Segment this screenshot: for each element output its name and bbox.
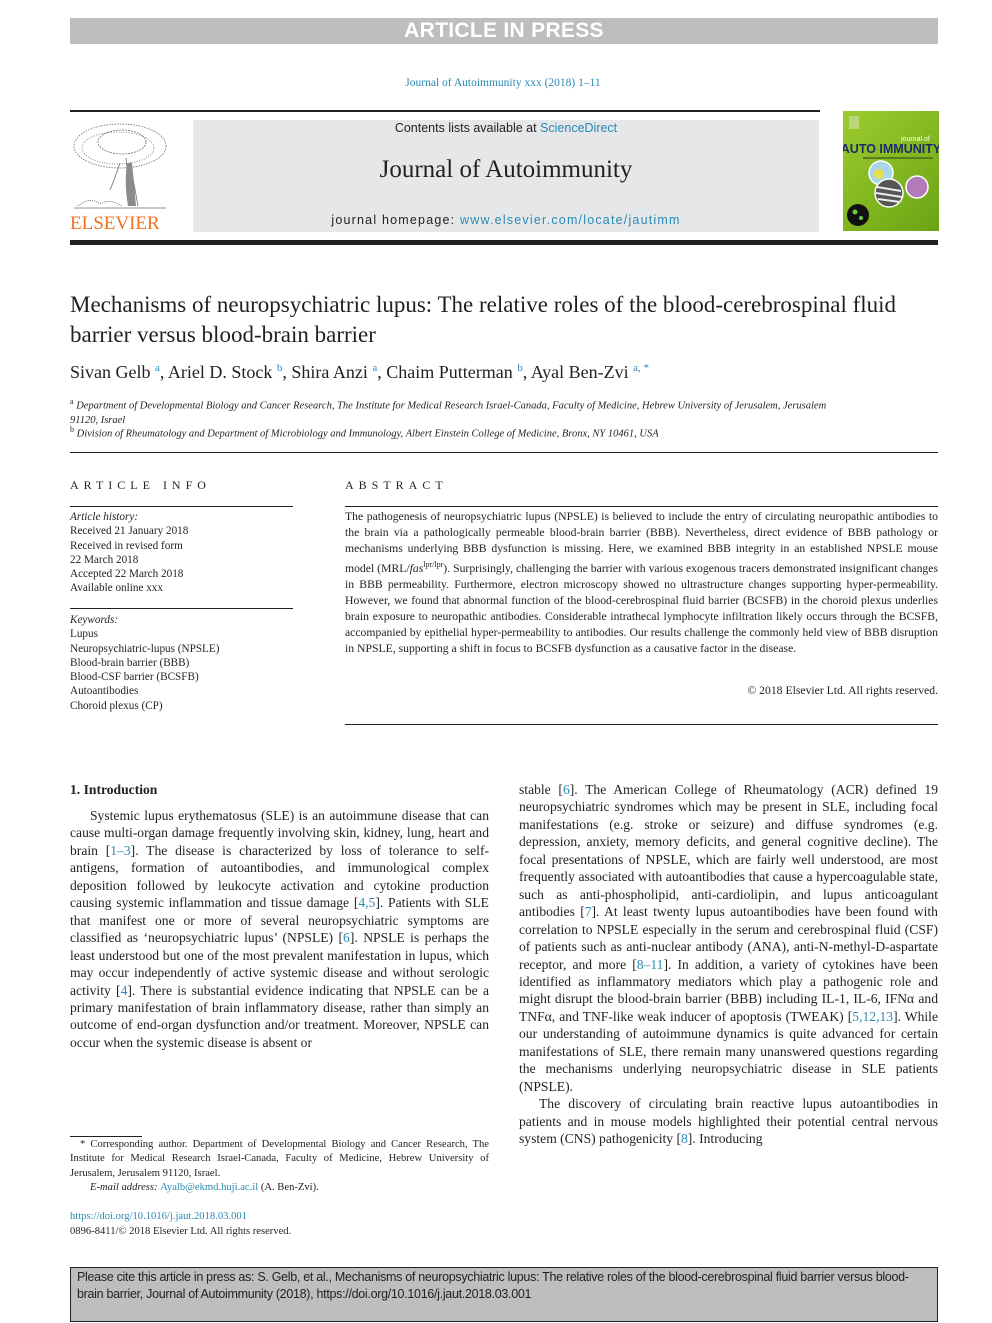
body-column-left: Systemic lupus erythematosus (SLE) is an… bbox=[70, 807, 489, 1051]
issn-copyright: 0896-8411/© 2018 Elsevier Ltd. All right… bbox=[70, 1226, 292, 1237]
author[interactable]: Ayal Ben-Zvi bbox=[531, 362, 629, 382]
abstract-rule-bottom bbox=[345, 724, 938, 725]
abstract-heading: ABSTRACT bbox=[345, 478, 448, 492]
paragraph-text: stable [ bbox=[519, 782, 563, 797]
abstract-text: The pathogenesis of neuropsychiatric lup… bbox=[345, 510, 938, 655]
keyword: Lupus bbox=[70, 628, 98, 641]
article-info-heading: ARTICLE INFO bbox=[70, 478, 211, 492]
abstract-rule-top bbox=[345, 506, 938, 507]
author[interactable]: Ariel D. Stock bbox=[168, 362, 272, 382]
paragraph-text: ]. Introducing bbox=[687, 1131, 763, 1147]
svg-text:AUTO IMMUNITY: AUTO IMMUNITY bbox=[843, 142, 939, 156]
author-affiliation-marker[interactable]: b bbox=[277, 362, 283, 374]
journal-cover-image[interactable]: journal of AUTO IMMUNITY bbox=[843, 111, 939, 231]
elsevier-tree-icon: ELSEVIER bbox=[70, 123, 167, 234]
journal-cover-art-icon: journal of AUTO IMMUNITY bbox=[843, 116, 939, 226]
article-title: Mechanisms of neuropsychiatric lupus: Th… bbox=[70, 292, 897, 347]
footnote-rule bbox=[70, 1136, 142, 1137]
keyword: Blood-brain barrier (BBB) bbox=[70, 656, 190, 669]
contents-line: Contents lists available at ScienceDirec… bbox=[193, 121, 819, 135]
contents-prefix: Contents lists available at bbox=[394, 121, 541, 135]
citation-link[interactable]: 6 bbox=[563, 782, 570, 797]
citation-link[interactable]: 8–11 bbox=[637, 957, 664, 972]
author-affiliation-marker[interactable]: b bbox=[517, 362, 523, 374]
body-column-right: stable [6]. The American College of Rheu… bbox=[519, 781, 938, 1148]
article-history: Article history: Received 21 January 201… bbox=[70, 510, 293, 596]
citation-link[interactable]: 4,5 bbox=[358, 895, 375, 910]
article-history-label: Article history: bbox=[70, 511, 139, 523]
journal-name: Journal of Autoimmunity bbox=[379, 156, 633, 183]
paragraph-text: ]. There is substantial evidence indicat… bbox=[70, 982, 490, 1050]
email-label: E-mail address: bbox=[90, 1181, 161, 1193]
author-list: Sivan Gelb a, Ariel D. Stock b, Shira An… bbox=[70, 362, 649, 382]
keyword: Choroid plexus (CP) bbox=[70, 699, 163, 712]
affiliation-text: Division of Rheumatology and Department … bbox=[76, 428, 659, 440]
citation-link[interactable]: 5,12,13 bbox=[852, 1009, 893, 1024]
citation-box: Please cite this article in press as: S.… bbox=[70, 1267, 938, 1322]
elsevier-logo[interactable]: ELSEVIER bbox=[70, 118, 170, 234]
keywords: Keywords: Lupus Neuropsychiatric-lupus (… bbox=[70, 613, 293, 713]
sciencedirect-link[interactable]: ScienceDirect bbox=[540, 121, 617, 135]
author[interactable]: Chaim Putterman bbox=[386, 362, 512, 382]
author[interactable]: Shira Anzi bbox=[291, 362, 368, 382]
history-item: Received in revised form bbox=[70, 539, 183, 552]
author-affiliation-marker[interactable]: a bbox=[372, 362, 377, 374]
header-rule bbox=[70, 110, 820, 112]
affiliation-marker: a bbox=[70, 397, 74, 406]
keyword: Neuropsychiatric-lupus (NPSLE) bbox=[70, 642, 220, 655]
article-info-rule bbox=[70, 506, 293, 507]
corresponding-author-footnote: * Corresponding author. Department of De… bbox=[70, 1138, 489, 1195]
history-item: 22 March 2018 bbox=[70, 553, 139, 566]
author-affiliation-marker[interactable]: a, * bbox=[633, 362, 649, 374]
paragraph-text: ]. The American College of Rheumatology … bbox=[519, 782, 938, 920]
homepage-prefix: journal homepage: bbox=[331, 213, 461, 227]
paragraph: The discovery of circulating brain react… bbox=[519, 1095, 938, 1147]
journal-reference-link[interactable]: Journal of Autoimmunity xxx (2018) 1–11 bbox=[0, 77, 992, 89]
masthead-thick-rule bbox=[70, 240, 938, 245]
affiliation-marker: b bbox=[70, 425, 74, 434]
homepage-link[interactable]: www.elsevier.com/locate/jautimm bbox=[460, 213, 681, 227]
citation-link[interactable]: 6 bbox=[343, 930, 350, 945]
article-in-press-banner: ARTICLE IN PRESS bbox=[70, 18, 938, 44]
history-item: Accepted 22 March 2018 bbox=[70, 568, 184, 581]
citation-link[interactable]: 1–3 bbox=[110, 843, 130, 858]
email-link[interactable]: Ayalb@ekmd.huji.ac.il bbox=[160, 1182, 258, 1193]
keywords-rule bbox=[70, 608, 293, 609]
author-affiliation-marker[interactable]: a bbox=[155, 362, 160, 374]
section-heading-introduction: 1. Introduction bbox=[70, 782, 158, 797]
doi-link[interactable]: https://doi.org/10.1016/j.jaut.2018.03.0… bbox=[70, 1211, 247, 1222]
keywords-label: Keywords: bbox=[70, 614, 119, 626]
keyword: Blood-CSF barrier (BCSFB) bbox=[70, 671, 199, 684]
affiliation-rule bbox=[70, 452, 938, 453]
abstract-copyright: © 2018 Elsevier Ltd. All rights reserved… bbox=[747, 684, 938, 697]
history-item: Received 21 January 2018 bbox=[70, 525, 189, 538]
email-suffix: (A. Ben-Zvi). bbox=[258, 1181, 319, 1193]
affiliation-text: Department of Developmental Biology and … bbox=[70, 400, 827, 426]
email-line: E-mail address: Ayalb@ekmd.huji.ac.il (A… bbox=[70, 1181, 489, 1195]
paragraph: Systemic lupus erythematosus (SLE) is an… bbox=[70, 807, 489, 1051]
affiliation-b: b Division of Rheumatology and Departmen… bbox=[70, 423, 830, 442]
paragraph: stable [6]. The American College of Rheu… bbox=[519, 781, 938, 1095]
corresponding-author-text: * Corresponding author. Department of De… bbox=[70, 1139, 489, 1179]
elsevier-wordmark: ELSEVIER bbox=[70, 213, 160, 233]
citation-link[interactable]: 7 bbox=[585, 904, 592, 919]
citation-link[interactable]: 8 bbox=[681, 1131, 688, 1146]
keyword: Autoantibodies bbox=[70, 685, 139, 698]
author[interactable]: Sivan Gelb bbox=[70, 362, 151, 382]
history-item: Available online xxx bbox=[70, 582, 163, 595]
journal-homepage-line: journal homepage: www.elsevier.com/locat… bbox=[193, 213, 819, 227]
